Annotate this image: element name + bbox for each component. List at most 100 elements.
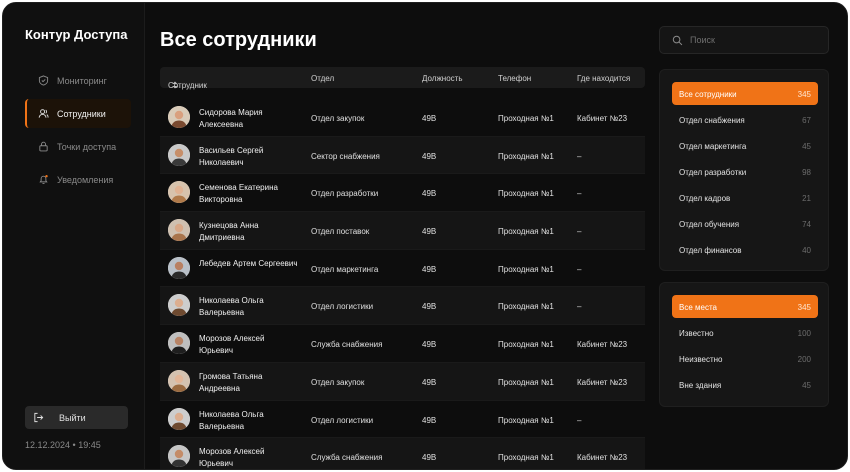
location-filter-item[interactable]: Неизвестно 200 bbox=[672, 347, 818, 370]
department-filter-label: Отдел маркетинга bbox=[679, 142, 747, 151]
avatar bbox=[168, 294, 190, 317]
employee-position: 49B bbox=[422, 377, 437, 387]
sidebar-nav: Мониторинг Сотрудники Точки доступа Увед… bbox=[25, 66, 131, 198]
employee-name: Сидорова Мария Алексеевна bbox=[199, 108, 263, 129]
table-row[interactable]: Кузнецова Анна Дмитриевна Отдел поставок… bbox=[160, 212, 645, 250]
employee-table-body: Сидорова Мария Алексеевна Отдел закупок … bbox=[160, 99, 645, 469]
department-filter-count: 40 bbox=[802, 246, 811, 255]
location-filter-item[interactable]: Все места 345 bbox=[672, 295, 818, 318]
location-filter-label: Вне здания bbox=[679, 381, 722, 390]
department-filter-item[interactable]: Все сотрудники 345 bbox=[672, 82, 818, 105]
location-filter-count: 345 bbox=[797, 303, 811, 312]
department-filter-label: Отдел кадров bbox=[679, 194, 731, 203]
avatar bbox=[168, 407, 190, 430]
department-filter-label: Отдел разработки bbox=[679, 168, 747, 177]
employee-position: 49B bbox=[422, 415, 437, 425]
employee-name: Лебедев Артем Сергеевич bbox=[199, 258, 298, 268]
employee-location: Кабинет №23 bbox=[577, 114, 628, 123]
table-row[interactable]: Семенова Екатерина Викторовна Отдел разр… bbox=[160, 174, 645, 213]
employee-position: 49B bbox=[422, 114, 437, 123]
employee-name: Николаева Ольга Валерьевна bbox=[199, 409, 264, 431]
employee-name: Громова Татьяна Андреевна bbox=[199, 371, 263, 393]
sidebar-item-label: Точки доступа bbox=[57, 141, 117, 152]
employee-location: Кабинет №23 bbox=[577, 377, 628, 387]
employee-department: Отдел закупок bbox=[311, 114, 365, 123]
employee-department: Отдел логистики bbox=[311, 415, 374, 425]
employee-location: – bbox=[577, 189, 582, 199]
department-filter-count: 98 bbox=[802, 168, 811, 177]
employee-phone: Проходная №1 bbox=[498, 415, 554, 425]
employee-location: – bbox=[577, 227, 582, 237]
location-filter-item[interactable]: Известно 100 bbox=[672, 321, 818, 344]
sidebar-item-notifications[interactable]: Уведомления bbox=[25, 165, 131, 194]
department-filter-count: 45 bbox=[802, 142, 811, 151]
app-logo: Контур Доступа bbox=[25, 27, 128, 42]
department-filter-count: 74 bbox=[802, 220, 811, 229]
table-row[interactable]: Николаева Ольга Валерьевна Отдел логисти… bbox=[160, 401, 645, 439]
shield-icon bbox=[37, 75, 49, 87]
sort-icon[interactable] bbox=[172, 81, 178, 91]
location-filter-label: Известно bbox=[679, 329, 714, 338]
employee-phone: Проходная №1 bbox=[498, 377, 554, 387]
table-row[interactable]: Лебедев Артем Сергеевич Отдел маркетинга… bbox=[160, 250, 645, 288]
location-filter-count: 200 bbox=[797, 355, 811, 364]
table-row[interactable]: Николаева Ольга Валерьевна Отдел логисти… bbox=[160, 287, 645, 326]
employee-department: Сектор снабжения bbox=[311, 151, 380, 161]
search-box[interactable] bbox=[659, 26, 829, 54]
employee-phone: Проходная №1 bbox=[498, 227, 554, 237]
table-header: Сотрудник Отдел Должность Телефон Где на… bbox=[160, 67, 645, 91]
department-filter-count: 345 bbox=[797, 90, 811, 99]
employee-position: 49B bbox=[422, 264, 437, 274]
employee-department: Отдел разработки bbox=[311, 189, 379, 199]
department-filter-item[interactable]: Отдел разработки 98 bbox=[672, 160, 818, 183]
sidebar-item-label: Мониторинг bbox=[57, 75, 107, 86]
column-department: Отдел bbox=[311, 74, 335, 83]
employee-phone: Проходная №1 bbox=[498, 114, 554, 123]
department-filter-item[interactable]: Отдел финансов 40 bbox=[672, 238, 818, 261]
table-row[interactable]: Морозов Алексей Юрьевич Служба снабжения… bbox=[160, 438, 645, 469]
location-filter-item[interactable]: Вне здания 45 bbox=[672, 373, 818, 396]
avatar bbox=[168, 332, 190, 355]
department-filter-item[interactable]: Отдел кадров 21 bbox=[672, 186, 818, 209]
table-row[interactable]: Сидорова Мария Алексеевна Отдел закупок … bbox=[160, 99, 645, 137]
employee-department: Отдел закупок bbox=[311, 377, 365, 387]
app-window: Контур Доступа Мониторинг Сотрудники Точ… bbox=[2, 2, 848, 470]
table-row[interactable]: Громова Татьяна Андреевна Отдел закупок … bbox=[160, 362, 645, 401]
employee-phone: Проходная №1 bbox=[498, 189, 554, 199]
sidebar-item-employees[interactable]: Сотрудники bbox=[25, 99, 131, 128]
department-filter-count: 67 bbox=[802, 116, 811, 125]
logout-icon bbox=[33, 412, 45, 423]
logout-button[interactable]: Выйти bbox=[25, 406, 128, 429]
avatar bbox=[168, 106, 190, 128]
user-icon bbox=[37, 108, 49, 120]
avatar bbox=[168, 143, 190, 166]
department-filter-item[interactable]: Отдел маркетинга 45 bbox=[672, 134, 818, 157]
sidebar-item-monitoring[interactable]: Мониторинг bbox=[25, 66, 131, 95]
employee-position: 49B bbox=[422, 151, 437, 161]
employee-position: 49B bbox=[422, 453, 437, 463]
employee-position: 49B bbox=[422, 227, 437, 237]
avatar bbox=[168, 181, 190, 204]
column-position: Должность bbox=[422, 74, 463, 83]
column-location: Где находится bbox=[577, 74, 631, 83]
search-icon bbox=[672, 35, 684, 46]
employee-location: – bbox=[577, 415, 582, 425]
table-row[interactable]: Морозов Алексей Юрьевич Служба снабжения… bbox=[160, 325, 645, 363]
department-filter-item[interactable]: Отдел обучения 74 bbox=[672, 212, 818, 235]
department-filter-count: 21 bbox=[802, 194, 811, 203]
employee-department: Отдел маркетинга bbox=[311, 264, 379, 274]
employee-location: – bbox=[577, 151, 582, 161]
employee-location: Кабинет №23 bbox=[577, 340, 628, 350]
sidebar: Контур Доступа Мониторинг Сотрудники Точ… bbox=[3, 3, 145, 469]
table-row[interactable]: Васильев Сергей Николаевич Сектор снабже… bbox=[160, 136, 645, 175]
page-title: Все сотрудники bbox=[160, 29, 317, 51]
employee-department: Служба снабжения bbox=[311, 453, 383, 463]
sidebar-item-label: Уведомления bbox=[57, 174, 114, 185]
avatar bbox=[168, 445, 190, 468]
sidebar-item-access-points[interactable]: Точки доступа bbox=[25, 132, 131, 161]
employee-name: Семенова Екатерина Викторовна bbox=[199, 183, 278, 205]
column-phone: Телефон bbox=[498, 74, 532, 83]
department-filter-item[interactable]: Отдел снабжения 67 bbox=[672, 108, 818, 131]
search-input[interactable] bbox=[690, 35, 810, 45]
department-filter-label: Отдел финансов bbox=[679, 246, 742, 255]
